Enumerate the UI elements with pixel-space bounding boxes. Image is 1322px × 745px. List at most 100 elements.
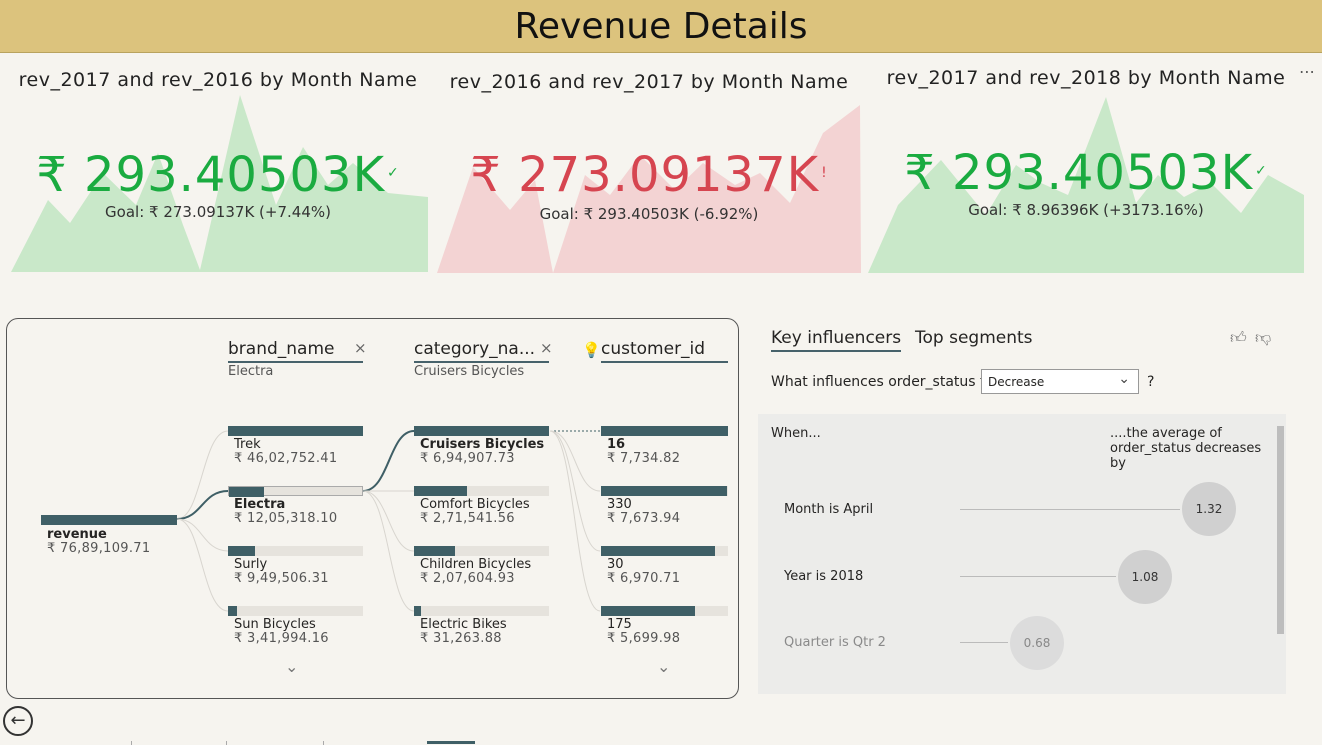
customer-node-bar-fill — [601, 606, 695, 616]
influencer-row-label[interactable]: Month is April — [784, 502, 873, 517]
close-icon[interactable]: × — [354, 339, 367, 357]
lightbulb-icon[interactable]: 💡 — [582, 341, 601, 359]
customer-node-bar[interactable] — [601, 606, 728, 616]
kpi-title: rev_2017 and rev_2018 by Month Name — [886, 67, 1286, 89]
back-arrow-icon[interactable]: ← — [3, 706, 33, 736]
customer-node-value: ₹ 7,734.82 — [607, 451, 681, 466]
category-node-value: ₹ 2,07,604.93 — [420, 571, 515, 586]
chevron-down-icon[interactable]: ⌄ — [657, 657, 670, 676]
customer-node-bar[interactable] — [601, 426, 728, 436]
kpi-card-3[interactable]: rev_2017 and rev_2018 by Month Name ₹ 29… — [866, 55, 1306, 280]
customer-node-label[interactable]: 175 — [607, 617, 632, 632]
page-title: Revenue Details — [514, 6, 808, 47]
when-label: When... — [771, 426, 821, 441]
kpi-goal: Goal: ₹ 293.40503K (-6.92%) — [539, 205, 759, 223]
tab-key-influencers[interactable]: Key influencers — [771, 328, 902, 352]
influencer-bubble[interactable]: 1.32 — [1182, 482, 1236, 536]
customer-node-bar-fill — [601, 426, 728, 436]
tab-top-segments[interactable]: Top segments — [915, 328, 1033, 348]
order-status-dropdown[interactable]: Decrease ⌄ — [981, 369, 1139, 394]
column-header-brand-name[interactable]: brand_name × — [228, 339, 367, 363]
scrollbar[interactable] — [1277, 426, 1284, 634]
kpi-value: ₹ 293.40503K ✓ — [36, 147, 400, 203]
brand-node-label[interactable]: Sun Bicycles — [234, 617, 316, 632]
customer-node-bar[interactable] — [601, 486, 728, 496]
thumbs-down-icon[interactable]: 👎︎ — [1255, 328, 1271, 348]
kpi-card-2[interactable]: rev_2016 and rev_2017 by Month Name ₹ 27… — [435, 55, 863, 280]
check-icon: ✓ — [1255, 163, 1268, 179]
brand-node-bar-fill — [228, 606, 238, 616]
help-question-mark[interactable]: ? — [1147, 374, 1154, 390]
root-label: revenue — [47, 527, 107, 542]
category-node-label[interactable]: Children Bicycles — [420, 557, 531, 572]
category-node-label[interactable]: Comfort Bicycles — [420, 497, 530, 512]
chevron-down-icon: ⌄ — [1118, 371, 1130, 387]
customer-node-label[interactable]: 30 — [607, 557, 624, 572]
brand-node-bar-fill — [229, 487, 264, 497]
influencer-row-label[interactable]: Quarter is Qtr 2 — [784, 635, 886, 650]
customer-node-value: ₹ 5,699.98 — [607, 631, 681, 646]
category-filter-label: Cruisers Bicycles — [414, 364, 525, 379]
category-node-bar[interactable] — [414, 606, 549, 616]
category-node-value: ₹ 6,94,907.73 — [420, 451, 515, 466]
brand-node-value: ₹ 9,49,506.31 — [234, 571, 329, 586]
column-header-customer-id[interactable]: customer_id — [601, 339, 728, 363]
page-tabs — [0, 741, 1322, 745]
kpi-value: ₹ 273.09137K! — [470, 147, 828, 203]
thumbs-up-icon[interactable]: 👍︎ — [1230, 328, 1247, 348]
kpi-title: rev_2017 and rev_2016 by Month Name — [18, 69, 418, 91]
category-node-bar-fill — [414, 546, 455, 556]
brand-node-value: ₹ 3,41,994.16 — [234, 631, 329, 646]
brand-node-bar-fill — [228, 546, 255, 556]
customer-node-value: ₹ 6,970.71 — [607, 571, 681, 586]
brand-node-label[interactable]: Surly — [234, 557, 267, 572]
category-node-bar[interactable] — [414, 426, 549, 436]
customer-node-bar-fill — [601, 546, 716, 556]
influencer-row-label[interactable]: Year is 2018 — [784, 569, 863, 584]
category-node-label[interactable]: Cruisers Bicycles — [420, 437, 544, 452]
customer-node-value: ₹ 7,673.94 — [607, 511, 681, 526]
brand-node-bar[interactable] — [228, 426, 363, 436]
brand-node-bar[interactable] — [228, 486, 363, 497]
average-label: ....the average of order_status decrease… — [1110, 426, 1262, 471]
page-header: Revenue Details — [0, 0, 1322, 53]
brand-node-bar[interactable] — [228, 546, 363, 556]
brand-node-label[interactable]: Electra — [234, 497, 285, 512]
brand-filter-label: Electra — [228, 364, 274, 379]
customer-node-label[interactable]: 16 — [607, 437, 625, 452]
key-influencers-panel[interactable]: Key influencers Top segments 👍︎ 👎︎ What … — [758, 318, 1288, 698]
category-node-bar-fill — [414, 486, 467, 496]
check-icon: ✓ — [387, 165, 400, 181]
category-node-bar[interactable] — [414, 486, 549, 496]
brand-node-bar-fill — [228, 426, 363, 436]
customer-node-bar[interactable] — [601, 546, 728, 556]
brand-node-value: ₹ 12,05,318.10 — [234, 511, 338, 526]
kpi-title: rev_2016 and rev_2017 by Month Name — [449, 71, 849, 93]
category-node-label[interactable]: Electric Bikes — [420, 617, 507, 632]
influencer-question: What influences order_status to — [771, 374, 995, 390]
brand-node-value: ₹ 46,02,752.41 — [234, 451, 338, 466]
influencer-bubble[interactable]: 0.68 — [1010, 616, 1064, 670]
category-node-bar[interactable] — [414, 546, 549, 556]
brand-node-label[interactable]: Trek — [234, 437, 261, 452]
influencer-bubble[interactable]: 1.08 — [1118, 550, 1172, 604]
root-bar[interactable] — [41, 515, 177, 525]
kpi-goal: Goal: ₹ 8.96396K (+3173.16%) — [968, 201, 1204, 219]
kpi-value: ₹ 293.40503K ✓ — [904, 145, 1268, 201]
customer-node-bar-fill — [601, 486, 727, 496]
category-node-bar-fill — [414, 606, 421, 616]
warning-icon: ! — [821, 165, 828, 181]
category-node-bar-fill — [414, 426, 549, 436]
influencers-list: When... ....the average of order_status … — [758, 414, 1286, 694]
category-node-value: ₹ 2,71,541.56 — [420, 511, 515, 526]
active-page-tab[interactable] — [427, 741, 475, 744]
decomposition-tree[interactable]: brand_name × Electra category_na... × Cr… — [6, 318, 739, 699]
brand-node-bar[interactable] — [228, 606, 363, 616]
close-icon[interactable]: × — [540, 339, 553, 357]
chevron-down-icon[interactable]: ⌄ — [285, 657, 298, 676]
column-header-category-name[interactable]: category_na... × — [414, 339, 553, 363]
customer-node-label[interactable]: 330 — [607, 497, 632, 512]
kpi-card-1[interactable]: rev_2017 and rev_2016 by Month Name ₹ 29… — [8, 55, 428, 280]
category-node-value: ₹ 31,263.88 — [420, 631, 502, 646]
kpi-goal: Goal: ₹ 273.09137K (+7.44%) — [105, 203, 331, 221]
